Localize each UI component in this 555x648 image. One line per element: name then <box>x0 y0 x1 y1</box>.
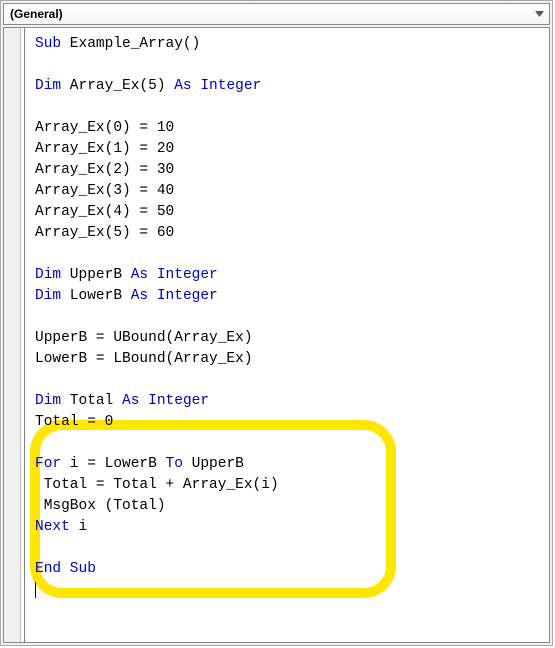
keyword: End Sub <box>35 561 96 577</box>
keyword: Dim <box>35 267 61 283</box>
keyword: To <box>166 456 183 472</box>
margin-gutter <box>4 28 21 642</box>
code-text: Array_Ex(2) = 30 <box>35 162 174 178</box>
code-text: Array_Ex(0) = 10 <box>35 120 174 136</box>
keyword: For <box>35 456 61 472</box>
keyword: As Integer <box>131 267 218 283</box>
keyword: As Integer <box>122 393 209 409</box>
code-text: UpperB <box>183 456 244 472</box>
code-text: LowerB = LBound(Array_Ex) <box>35 351 253 367</box>
code-content[interactable]: Sub Example_Array() Dim Array_Ex(5) As I… <box>25 28 549 642</box>
keyword: Next <box>35 519 70 535</box>
code-text: MsgBox (Total) <box>35 498 166 514</box>
keyword: Dim <box>35 78 61 94</box>
code-text: Example_Array() <box>61 36 200 52</box>
code-text: Total <box>61 393 122 409</box>
code-editor[interactable]: Sub Example_Array() Dim Array_Ex(5) As I… <box>3 27 550 643</box>
chevron-down-icon <box>530 5 548 23</box>
keyword: Dim <box>35 393 61 409</box>
keyword: Dim <box>35 288 61 304</box>
code-text: Array_Ex(3) = 40 <box>35 183 174 199</box>
editor-window: (General) Sub Example_Array() Dim Array_… <box>0 0 553 646</box>
text-cursor <box>35 582 36 598</box>
code-text: i <box>70 519 87 535</box>
code-text: Total = Total + Array_Ex(i) <box>35 477 279 493</box>
code-text: Total = 0 <box>35 414 113 430</box>
scope-dropdown[interactable]: (General) <box>3 3 550 25</box>
keyword: As Integer <box>174 78 261 94</box>
code-text: i = LowerB <box>61 456 165 472</box>
keyword: As Integer <box>131 288 218 304</box>
code-text: UpperB <box>61 267 131 283</box>
code-text: UpperB = UBound(Array_Ex) <box>35 330 253 346</box>
code-text: Array_Ex(5) = 60 <box>35 225 174 241</box>
scope-dropdown-value: (General) <box>10 7 63 21</box>
code-text: Array_Ex(4) = 50 <box>35 204 174 220</box>
keyword: Sub <box>35 36 61 52</box>
code-text: Array_Ex(5) <box>61 78 174 94</box>
code-text: Array_Ex(1) = 20 <box>35 141 174 157</box>
code-text: LowerB <box>61 288 131 304</box>
